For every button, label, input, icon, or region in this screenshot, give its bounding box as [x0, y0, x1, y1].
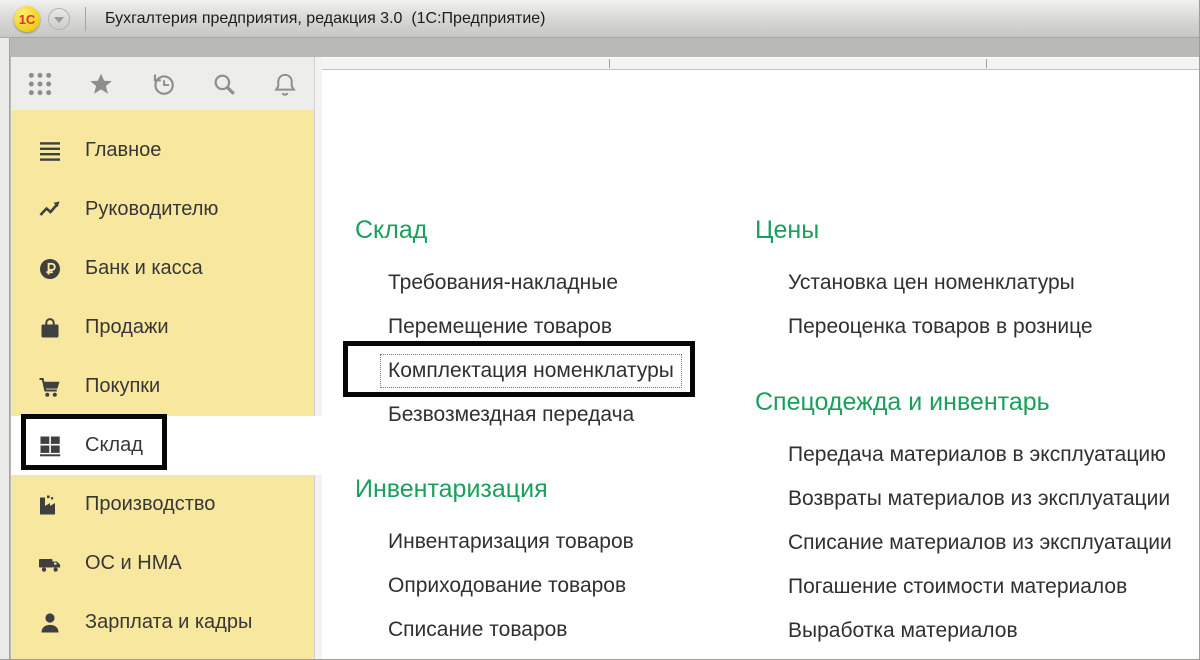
tab[interactable] [322, 58, 609, 69]
trend-chart-icon [38, 198, 62, 222]
command-link[interactable]: Списание материалов из эксплуатации [755, 521, 1172, 565]
command-link[interactable]: Передача материалов в эксплуатацию [755, 433, 1172, 477]
section-title: Склад [355, 216, 428, 244]
1c-logo: 1С [14, 6, 40, 32]
chevron-down-icon [54, 17, 64, 23]
sidebar-item-label: Главное [85, 139, 162, 161]
command-link[interactable]: Безвозмездная передача [355, 393, 682, 437]
sidebar-item-label: Производство [85, 493, 216, 515]
command-link[interactable]: Переоценка товаров в рознице [755, 305, 1093, 349]
sidebar-divider [314, 57, 322, 659]
sidebar-item-label: Продажи [85, 316, 169, 338]
menu-lines-icon [38, 139, 62, 163]
factory-icon [38, 493, 62, 517]
notifications-bell-icon[interactable] [270, 69, 300, 99]
sidebar-item-label: Склад [85, 434, 143, 456]
focused-link-text[interactable]: Комплектация номенклатуры [380, 354, 682, 388]
apps-grid-icon[interactable] [25, 69, 55, 99]
tab[interactable] [987, 58, 1199, 69]
sidebar-item-label: Руководителю [85, 198, 219, 220]
sidebar-item-sklad[interactable]: Склад [11, 416, 322, 475]
sidebar-item-label: Зарплата и кадры [85, 611, 253, 633]
command-link[interactable]: Возвраты материалов из эксплуатации [755, 477, 1172, 521]
window-title: Бухгалтерия предприятия, редакция 3.0 (1… [105, 10, 546, 27]
titlebar: 1С Бухгалтерия предприятия, редакция 3.0… [0, 0, 1199, 38]
sidebar-item-label: Банк и касса [85, 257, 203, 279]
person-icon [38, 611, 62, 635]
section-ceny: Цены Установка цен номенклатуры Переоцен… [755, 215, 1093, 349]
section-title: Цены [755, 216, 820, 244]
sidebar-item-bank-i-kassa[interactable]: Банк и касса [11, 239, 314, 298]
command-link[interactable]: Списание товаров [355, 608, 634, 652]
section-inventarizaciya: Инвентаризация Инвентаризация товаров Оп… [355, 474, 634, 652]
section-sklad: Склад Требования-накладные Перемещение т… [355, 215, 682, 437]
command-link[interactable]: Установка цен номенклатуры [755, 261, 1093, 305]
section-title: Спецодежда и инвентарь [755, 388, 1050, 416]
sidebar-item-zarplata-i-kadry[interactable]: Зарплата и кадры [11, 593, 314, 652]
sidebar-item-label: ОС и НМА [85, 552, 182, 574]
tabstrip [322, 57, 1199, 70]
sidebar-item-os-i-nma[interactable]: ОС и НМА [11, 534, 314, 593]
command-link[interactable]: Инвентаризация товаров [355, 520, 634, 564]
ruble-icon [38, 257, 62, 281]
sidebar-item-proizvodstvo[interactable]: Производство [11, 475, 314, 534]
main-panel: Склад Требования-накладные Перемещение т… [322, 70, 1199, 659]
sidebar-item-rukovoditelyu[interactable]: Руководителю [11, 180, 314, 239]
command-link[interactable]: Погашение стоимости материалов [755, 565, 1172, 609]
sidebar: Главное Руководителю Банк и касса Продаж… [11, 110, 322, 659]
sidebar-item-pokupki[interactable]: Покупки [11, 357, 314, 416]
command-link[interactable]: Оприходование товаров [355, 564, 634, 608]
section-specodezhda: Спецодежда и инвентарь Передача материал… [755, 387, 1172, 653]
command-link[interactable]: Перемещение товаров [355, 305, 682, 349]
sidebar-item-glavnoe[interactable]: Главное [11, 121, 314, 180]
search-icon[interactable] [209, 69, 239, 99]
sidebar-item-label: Покупки [85, 375, 161, 397]
history-icon[interactable] [148, 69, 178, 99]
app-window: 1С Бухгалтерия предприятия, редакция 3.0… [0, 0, 1200, 660]
warehouse-icon [38, 434, 62, 458]
tab[interactable] [610, 58, 986, 69]
panel-toolbar [11, 57, 314, 110]
shopping-bag-icon [38, 316, 62, 340]
section-title: Инвентаризация [355, 475, 548, 503]
favorites-star-icon[interactable] [86, 69, 116, 99]
window-left-edge [0, 38, 10, 659]
command-link-komplektaciya[interactable]: Комплектация номенклатуры [355, 349, 682, 393]
system-menu-button[interactable] [48, 8, 70, 30]
truck-icon [38, 552, 62, 576]
command-link[interactable]: Выработка материалов [755, 609, 1172, 653]
sidebar-item-prodazhi[interactable]: Продажи [11, 298, 314, 357]
shopping-cart-icon [38, 375, 62, 399]
command-link[interactable]: Требования-накладные [355, 261, 682, 305]
titlebar-separator [85, 7, 86, 31]
